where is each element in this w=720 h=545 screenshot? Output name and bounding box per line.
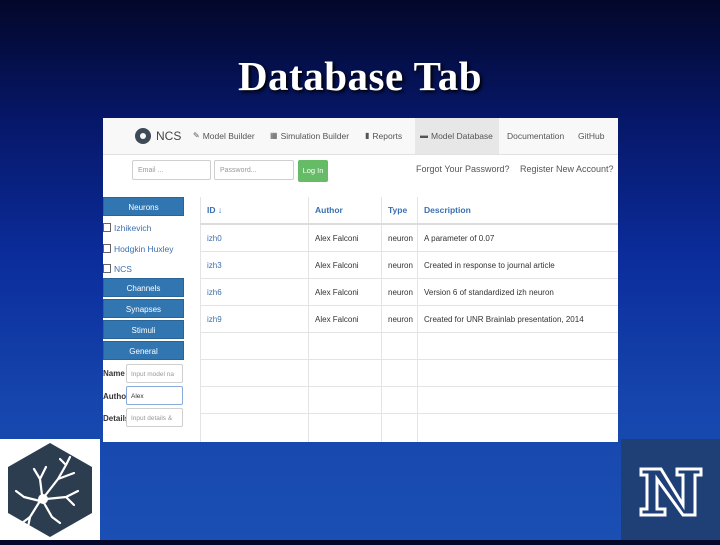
nav-simulation-builder[interactable]: ▦ Simulation Builder [270, 118, 349, 154]
forgot-password-link[interactable]: Forgot Your Password? [416, 164, 510, 174]
cell-author: Alex Falconi [308, 278, 382, 306]
cell-description: Version 6 of standardized izh neuron [417, 278, 618, 306]
table-row[interactable]: izh3 Alex Falconi neuron Created in resp… [200, 251, 618, 279]
cell-type: neuron [381, 251, 418, 279]
pencil-icon: ✎ [193, 131, 200, 140]
col-author-header[interactable]: Author [308, 197, 382, 225]
col-type-header[interactable]: Type [381, 197, 418, 225]
top-navbar: NCS ✎ Model Builder ▦ Simulation Builder… [103, 118, 618, 155]
checkbox-icon[interactable] [103, 223, 111, 232]
nav-model-database[interactable]: ▬ Model Database [415, 118, 499, 154]
cell-id[interactable]: izh0 [200, 224, 309, 252]
results-table: ID ↓ Author Type Description izh0 Alex F… [200, 197, 618, 442]
ncs-logo-icon [135, 128, 151, 144]
table-row[interactable]: izh0 Alex Falconi neuron A parameter of … [200, 224, 618, 252]
cell-author: Alex Falconi [308, 224, 382, 252]
sidebar-channels-button[interactable]: Channels [103, 278, 184, 297]
cell-type: neuron [381, 278, 418, 306]
details-field[interactable]: Input details & [126, 408, 183, 427]
slide-title: Database Tab [237, 53, 483, 99]
cell-id[interactable]: izh3 [200, 251, 309, 279]
table-row-empty [200, 359, 618, 387]
cell-type: neuron [381, 224, 418, 252]
unr-n-logo-icon [621, 439, 720, 540]
brand[interactable]: NCS [135, 127, 181, 145]
nav-model-builder[interactable]: ✎ Model Builder [193, 118, 255, 154]
neuron-option-hodgkin-huxley[interactable]: Hodgkin Huxley [103, 242, 174, 255]
name-label: Name [103, 369, 125, 378]
cell-description: Created for UNR Brainlab presentation, 2… [417, 305, 618, 333]
cell-id[interactable]: izh9 [200, 305, 309, 333]
name-field[interactable]: Input model na [126, 364, 183, 383]
table-header-row: ID ↓ Author Type Description [200, 197, 618, 225]
nav-reports[interactable]: ▮ Reports [365, 118, 402, 154]
cell-type: neuron [381, 305, 418, 333]
brand-label: NCS [156, 129, 182, 143]
sidebar-general-button[interactable]: General [103, 341, 184, 360]
col-description-header[interactable]: Description [417, 197, 618, 225]
database-icon: ▬ [420, 131, 428, 140]
cell-author: Alex Falconi [308, 305, 382, 333]
neuron-option-izhikevich[interactable]: Izhikevich [103, 221, 151, 234]
cell-description: A parameter of 0.07 [417, 224, 618, 252]
app-screenshot: NCS ✎ Model Builder ▦ Simulation Builder… [103, 118, 618, 442]
neuron-option-ncs[interactable]: NCS [103, 262, 132, 275]
sidebar-synapses-button[interactable]: Synapses [103, 299, 184, 318]
register-link[interactable]: Register New Account? [520, 164, 614, 174]
checkbox-icon[interactable] [103, 264, 111, 273]
neuron-logo-icon [0, 439, 100, 540]
cell-author: Alex Falconi [308, 251, 382, 279]
table-row-empty [200, 386, 618, 414]
author-field[interactable]: Alex [126, 386, 183, 405]
col-id-header[interactable]: ID ↓ [200, 197, 309, 225]
password-field[interactable]: Password... [214, 160, 294, 180]
table-row-empty [200, 413, 618, 442]
login-bar: Email ... Password... Log In Forgot Your… [103, 160, 618, 184]
checkbox-icon[interactable] [103, 244, 111, 253]
cell-id[interactable]: izh6 [200, 278, 309, 306]
grid-icon: ▦ [270, 131, 278, 140]
sidebar-neurons-button[interactable]: Neurons [103, 197, 184, 216]
table-row-empty [200, 332, 618, 360]
nav-documentation[interactable]: Documentation [507, 118, 564, 154]
bar-chart-icon: ▮ [365, 131, 370, 140]
sidebar-stimuli-button[interactable]: Stimuli [103, 320, 184, 339]
login-button[interactable]: Log In [298, 160, 328, 182]
email-field[interactable]: Email ... [132, 160, 211, 180]
nav-github[interactable]: GitHub [578, 118, 604, 154]
cell-description: Created in response to journal article [417, 251, 618, 279]
table-row[interactable]: izh9 Alex Falconi neuron Created for UNR… [200, 305, 618, 333]
table-row[interactable]: izh6 Alex Falconi neuron Version 6 of st… [200, 278, 618, 306]
